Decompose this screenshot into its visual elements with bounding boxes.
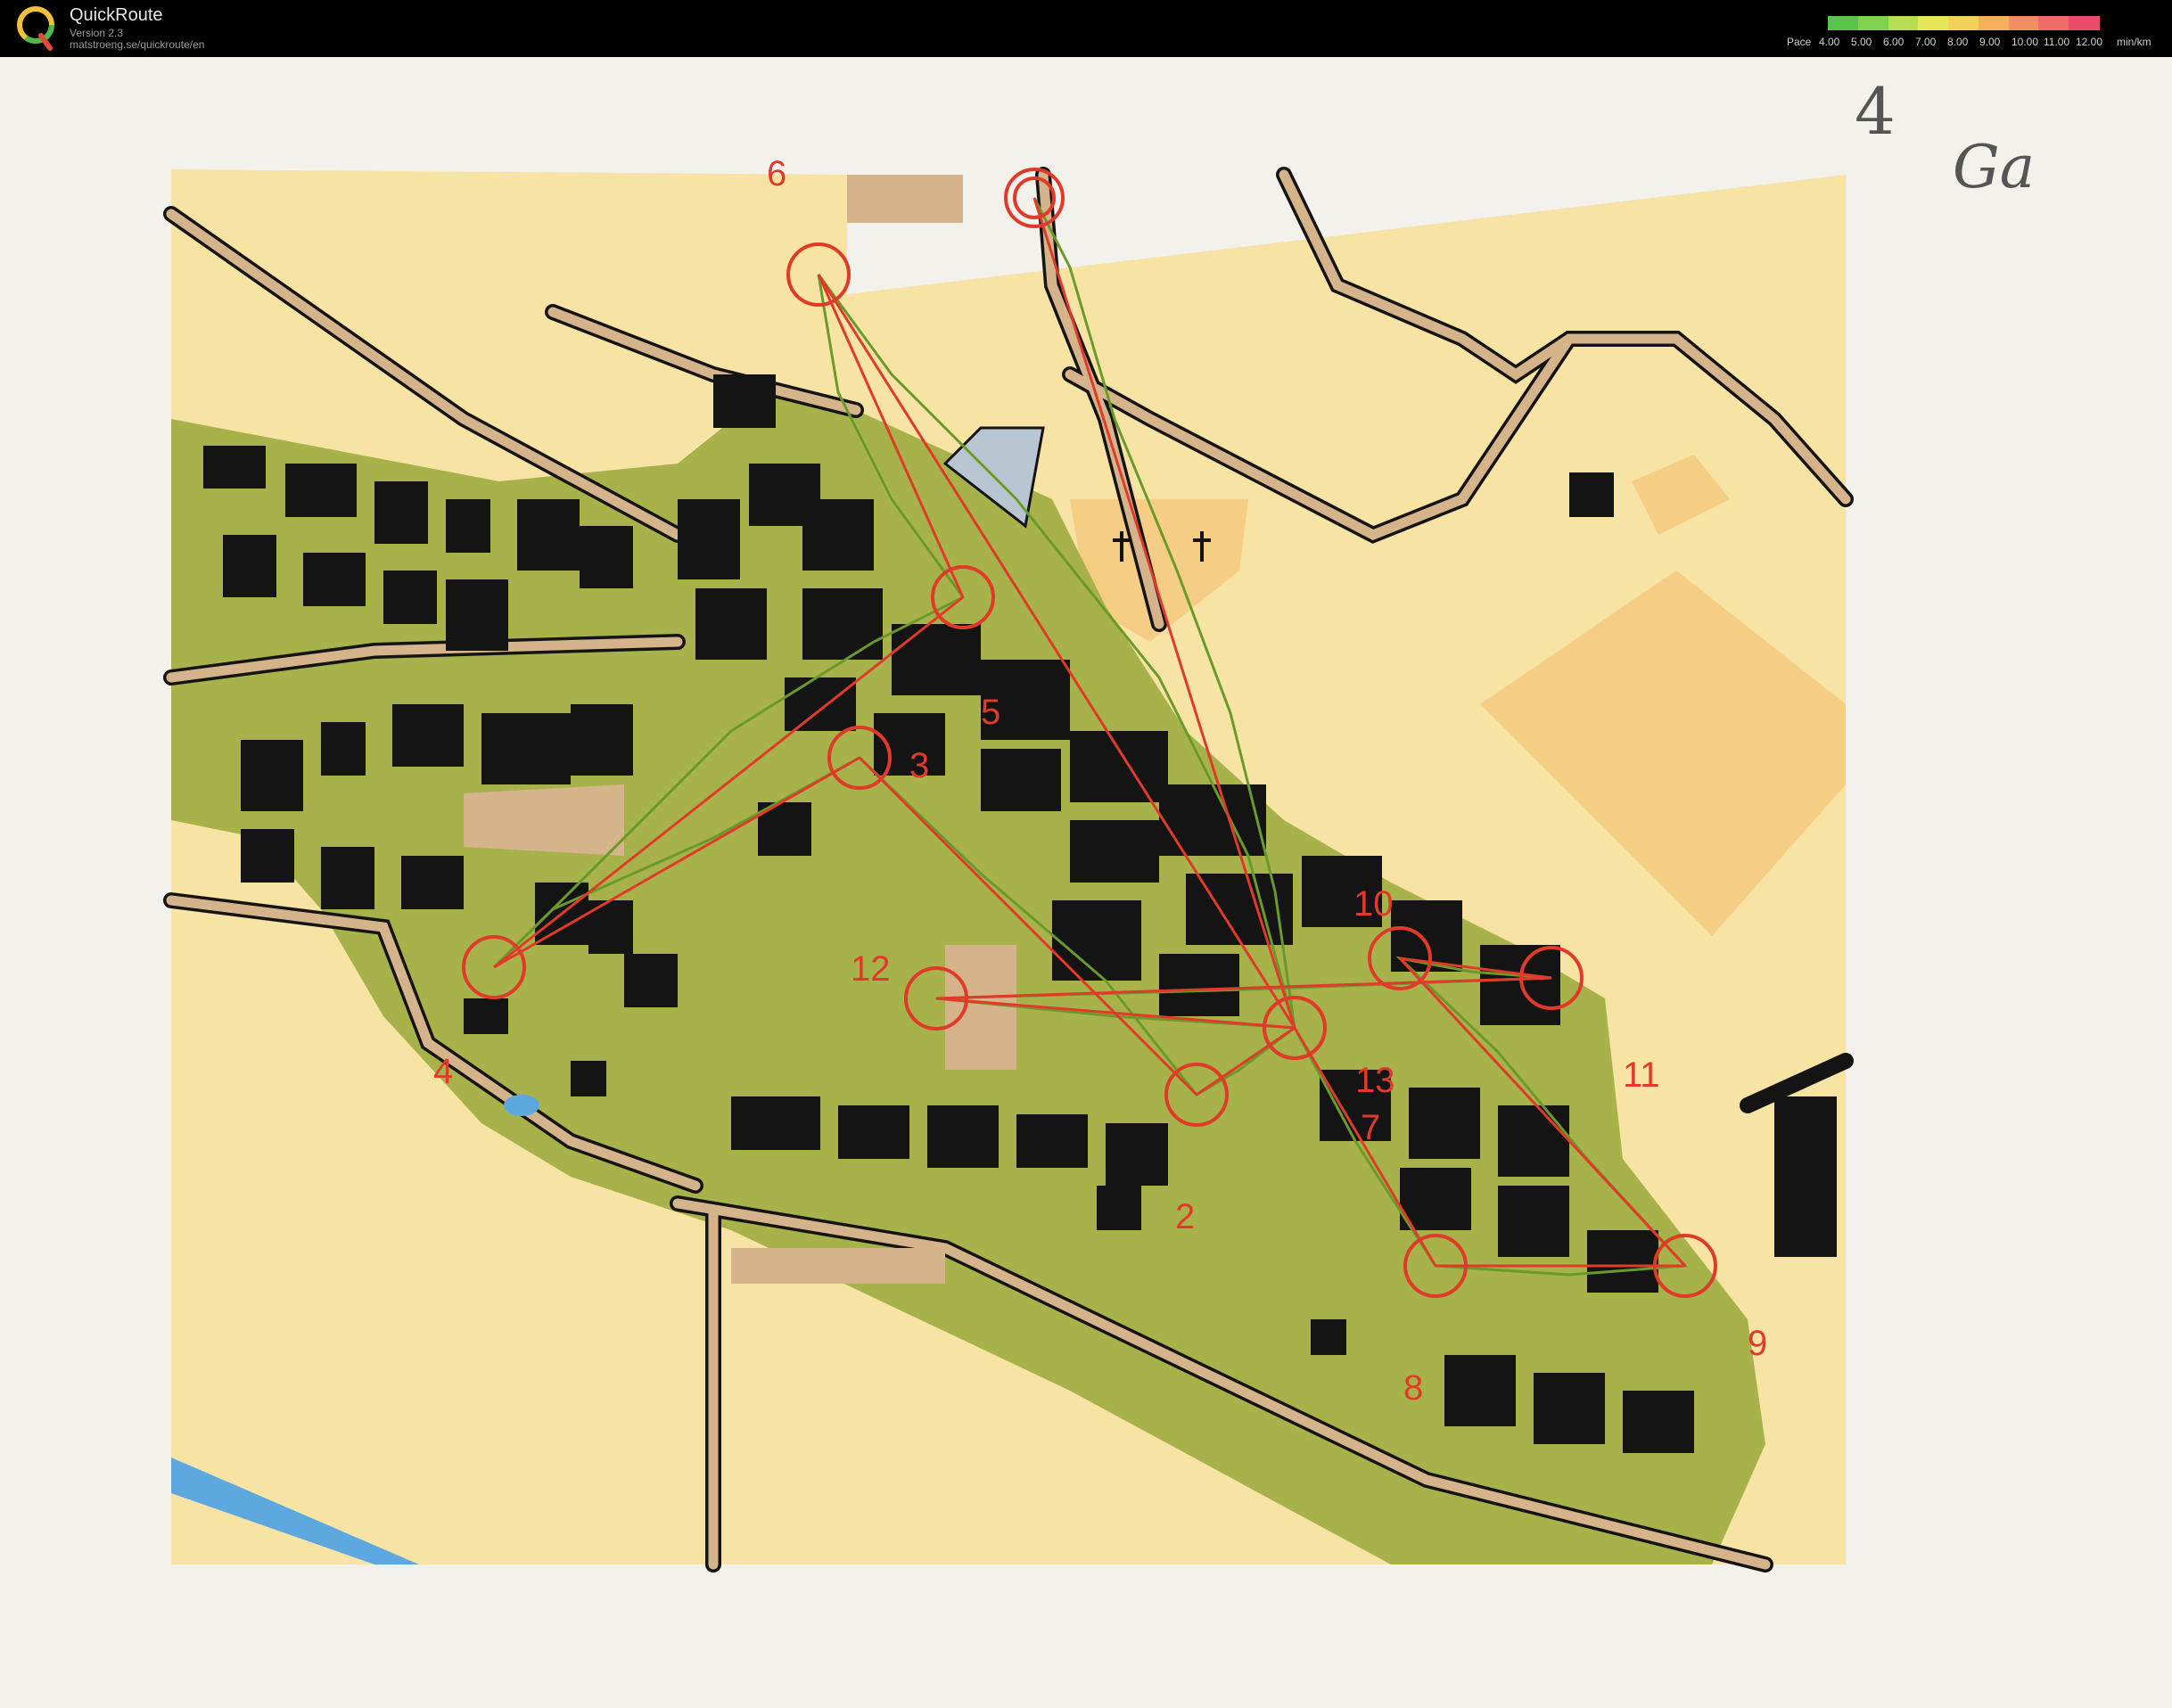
title-bar: QuickRoute Version 2.3 matstroeng.se/qui… — [0, 0, 2172, 57]
pace-color-cell — [2069, 16, 2100, 30]
control-number-9: 9 — [1748, 1324, 1767, 1363]
control-number-13: 13 — [1355, 1061, 1395, 1100]
pace-unit: min/km — [2117, 36, 2151, 48]
pace-color-cell — [1948, 16, 1979, 30]
app-title: QuickRoute — [70, 5, 163, 25]
quickroute-logo-icon — [17, 6, 54, 51]
control-number-5: 5 — [981, 693, 1000, 732]
pace-color-cell — [1918, 16, 1950, 30]
pace-tick-label: 7.00 — [1915, 36, 1937, 48]
pace-color-cell — [1978, 16, 2010, 30]
pace-tick-label: 11.00 — [2044, 36, 2070, 48]
pace-tick-label: 12.00 — [2076, 36, 2103, 48]
pace-color-cell — [1828, 16, 1859, 30]
pace-tick-label: 4.00 — [1819, 36, 1840, 48]
pace-tick-label: 8.00 — [1947, 36, 1969, 48]
control-number-7: 7 — [1361, 1108, 1380, 1147]
pace-tick-label: 10.00 — [2012, 36, 2039, 48]
control-number-10: 10 — [1353, 884, 1394, 924]
control-number-2: 2 — [1175, 1197, 1195, 1236]
handwritten-number: 4 — [1855, 74, 1896, 149]
handwritten-initials: Ga — [1953, 133, 2035, 201]
control-number-4: 4 — [433, 1052, 453, 1091]
pace-color-cell — [2008, 16, 2040, 30]
pace-color-cell — [2038, 16, 2070, 30]
orienteering-map: 4 Ga 2 3 4 5 6 7 8 9 10 11 12 13 — [0, 57, 2172, 1708]
app-version: Version 2.3 — [70, 27, 124, 39]
water-pool — [504, 1095, 539, 1116]
pace-tick-label: 9.00 — [1979, 36, 2001, 48]
pace-color-cell — [1857, 16, 1889, 30]
app-url[interactable]: matstroeng.se/quickroute/en — [70, 38, 204, 51]
control-number-12: 12 — [851, 949, 891, 989]
control-number-11: 11 — [1623, 1055, 1660, 1095]
pace-label: Pace — [1787, 36, 1812, 48]
control-number-6: 6 — [767, 154, 786, 193]
control-number-8: 8 — [1403, 1368, 1423, 1408]
pace-tick-label: 5.00 — [1851, 36, 1872, 48]
control-number-3: 3 — [909, 746, 929, 785]
pace-tick-label: 6.00 — [1883, 36, 1905, 48]
pace-color-bar — [1828, 16, 2100, 30]
pace-color-cell — [1888, 16, 1920, 30]
